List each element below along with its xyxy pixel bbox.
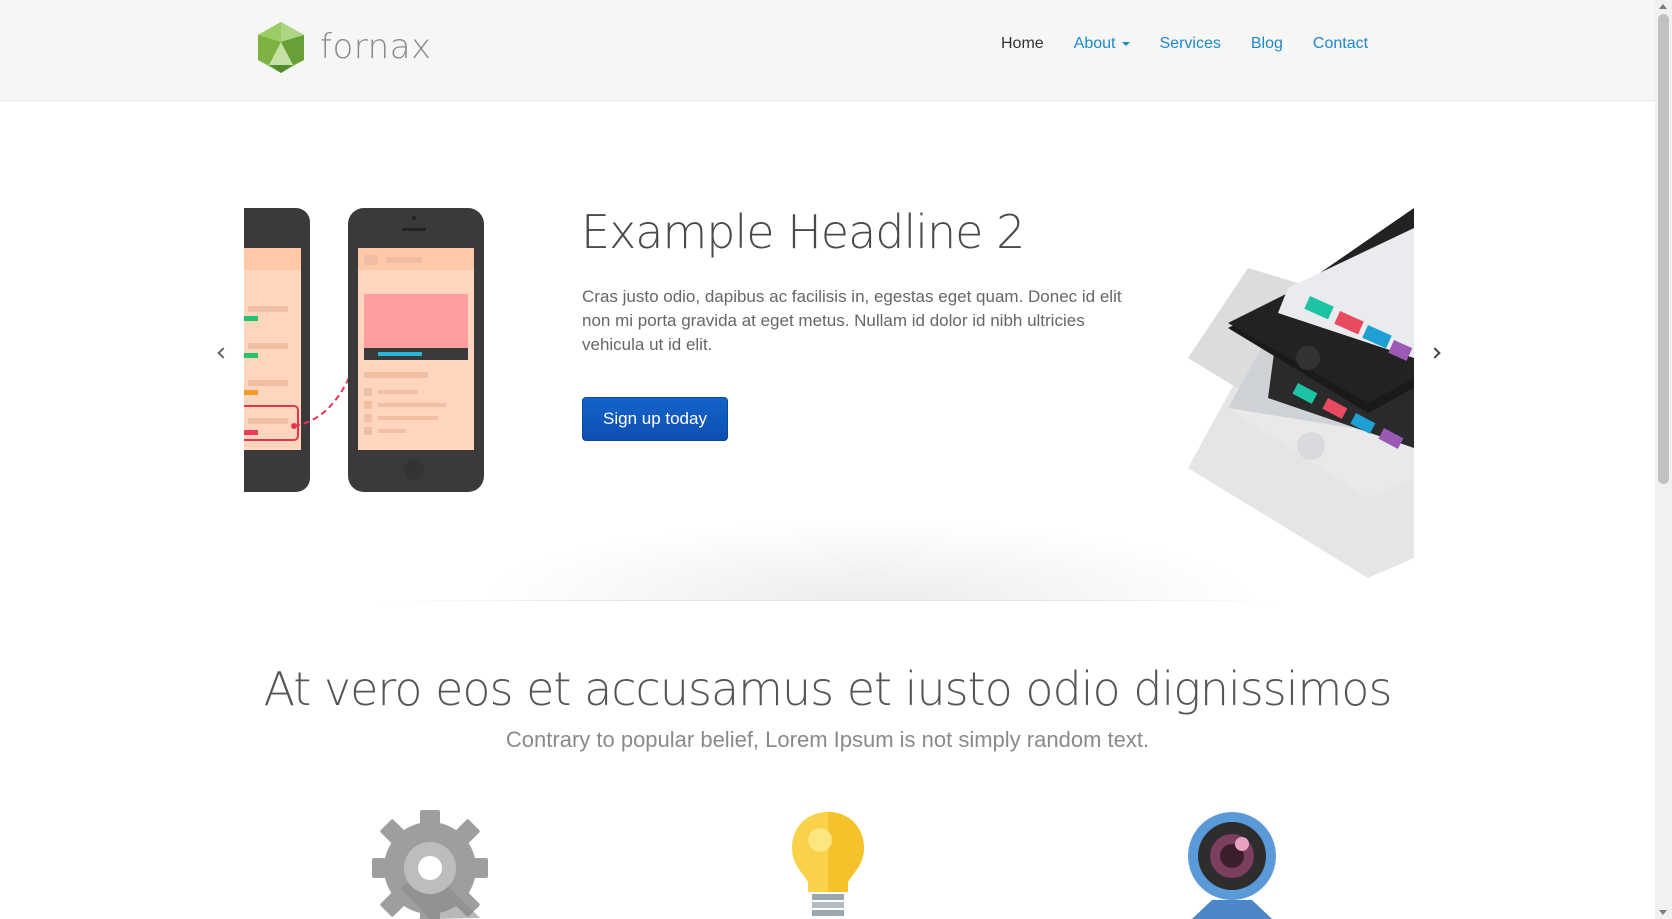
phones-illustration-left	[244, 208, 484, 492]
signup-button[interactable]: Sign up today	[582, 397, 728, 441]
carousel-next-button[interactable]	[1425, 343, 1445, 363]
section-title: At vero eos et accusamus et iusto odio d…	[263, 662, 1393, 716]
nav-services[interactable]: Services	[1160, 35, 1221, 53]
nav-contact[interactable]: Contact	[1313, 35, 1368, 53]
lightbulb-icon	[792, 812, 864, 916]
nav-about[interactable]: About	[1074, 35, 1130, 53]
hero-lead: Cras justo odio, dapibus ac facilisis in…	[582, 287, 1122, 354]
carousel-divider	[380, 600, 1280, 601]
scroll-up-icon[interactable]	[1659, 4, 1667, 9]
chevron-left-icon	[217, 347, 229, 359]
carousel-prev-button[interactable]	[213, 343, 233, 363]
nav-services-label: Services	[1159, 35, 1221, 52]
scrollbar-thumb[interactable]	[1658, 14, 1669, 484]
nav-blog[interactable]: Blog	[1251, 35, 1283, 53]
brand-name: fornax	[320, 27, 432, 67]
carousel-shadow	[480, 521, 1260, 601]
phones-illustration-right	[1188, 208, 1414, 578]
main-nav: Home About Services Blog Contact	[1001, 35, 1398, 53]
nav-blog-label: Blog	[1250, 35, 1283, 52]
chevron-right-icon	[1429, 347, 1441, 359]
scroll-down-icon[interactable]	[1659, 910, 1667, 915]
scrollbar[interactable]	[1655, 0, 1672, 919]
navbar: fornax Home About Services Blog Contact	[0, 0, 1655, 101]
caret-down-icon	[1121, 42, 1130, 46]
nav-about-label: About	[1073, 35, 1116, 52]
hero-carousel: Example Headline 2 Cras justo odio, dapi…	[0, 101, 1655, 601]
hero-headline: Example Headline 2	[581, 205, 1025, 259]
nav-home-label: Home	[1001, 35, 1044, 52]
brand-logo[interactable]: fornax	[254, 20, 432, 74]
nav-home[interactable]: Home	[1001, 35, 1044, 53]
logo-icon	[258, 22, 304, 73]
nav-contact-label: Contact	[1312, 35, 1369, 52]
webcam-icon	[1188, 812, 1276, 919]
section-subtitle: Contrary to popular belief, Lorem Ipsum …	[505, 727, 1150, 752]
signup-button-label: Sign up today	[603, 409, 707, 428]
gear-icon	[372, 810, 488, 919]
